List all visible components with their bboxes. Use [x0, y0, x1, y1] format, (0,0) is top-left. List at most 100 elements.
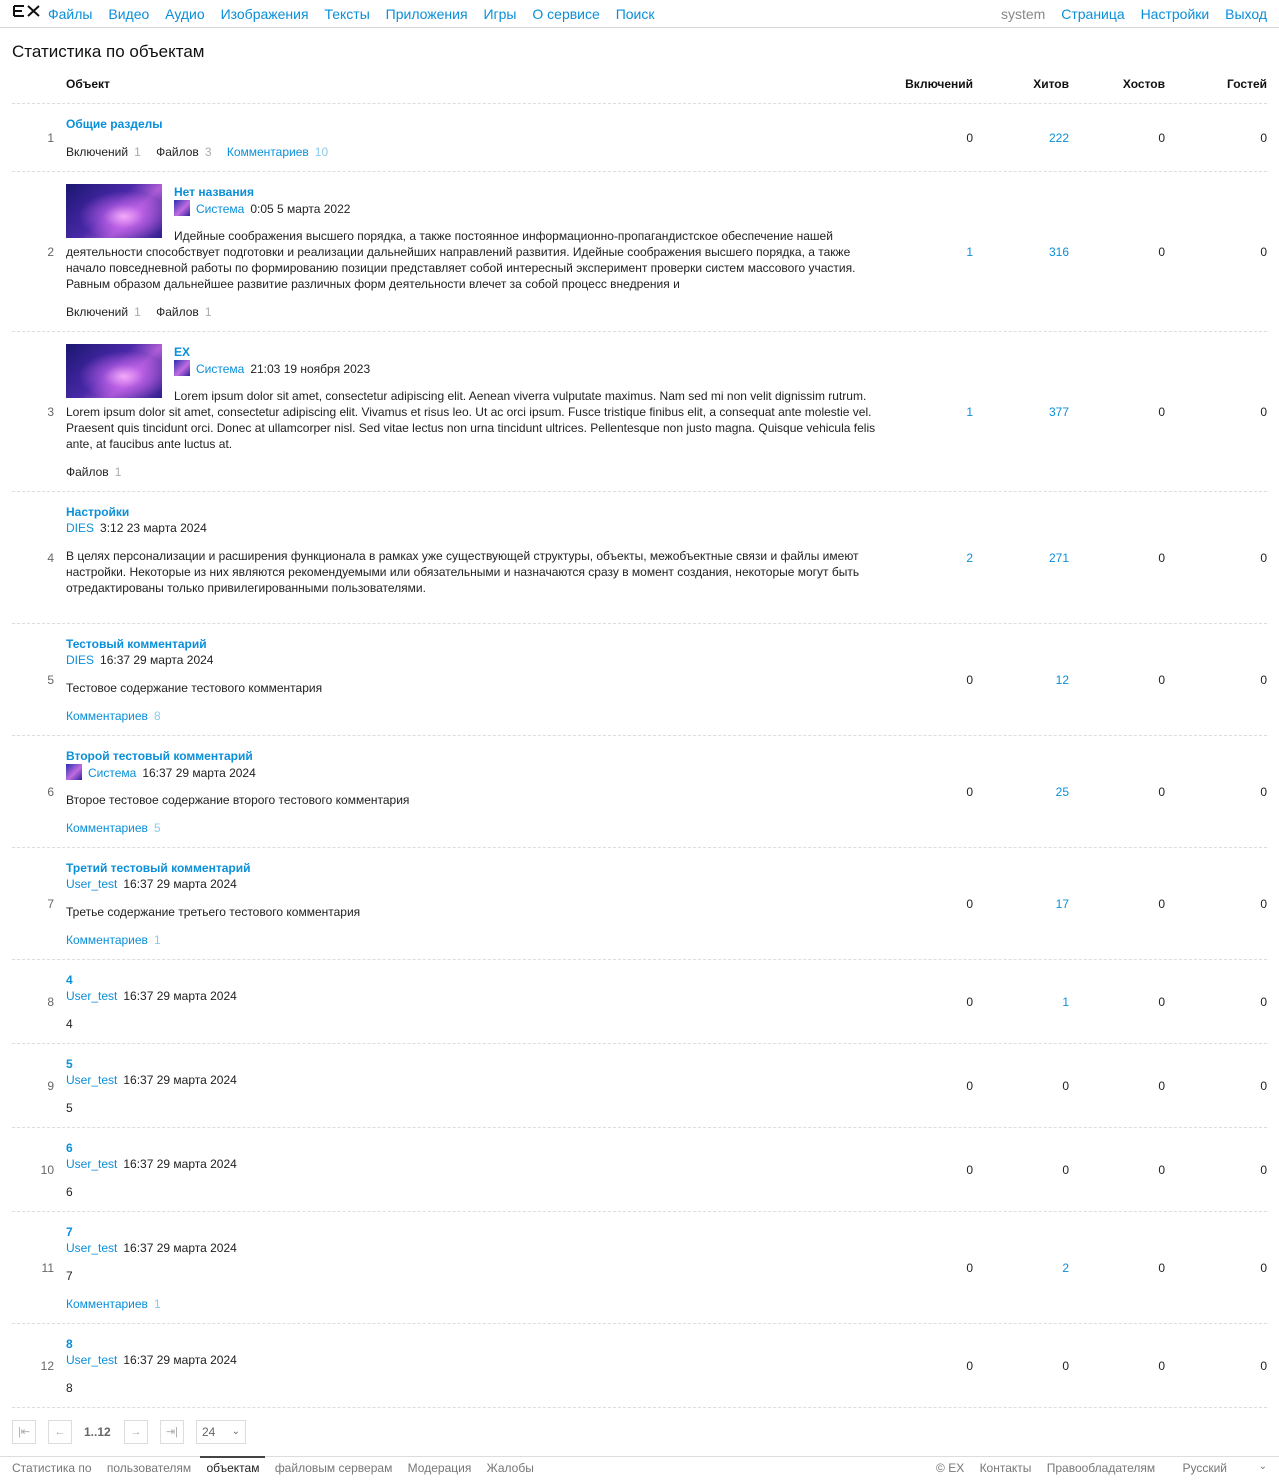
object-meta: Система 16:37 29 марта 2024	[66, 764, 878, 780]
object-counts: Комментариев 5	[66, 820, 878, 836]
table-row: 7 Третий тестовый комментарий User_test 1…	[12, 848, 1267, 960]
author-link[interactable]: Система	[196, 362, 244, 376]
count-comments[interactable]: Комментариев 5	[66, 821, 161, 835]
hits-value[interactable]: 17	[1009, 897, 1069, 911]
prev-page-icon[interactable]: ←	[48, 1420, 72, 1444]
nav-audio[interactable]: Аудио	[165, 6, 205, 22]
count-files[interactable]: Файлов 3	[156, 145, 211, 159]
count-files[interactable]: Файлов 1	[66, 465, 121, 479]
copyright-holders-link[interactable]: Правообладателям	[1047, 1461, 1155, 1475]
table-row: 6 Второй тестовый комментарий Система 16:…	[12, 736, 1267, 848]
object-title[interactable]: 8	[66, 1336, 878, 1352]
logo-icon[interactable]	[12, 3, 42, 19]
author-link[interactable]: Система	[88, 766, 136, 780]
tab-file-servers[interactable]: файловым серверам	[275, 1461, 393, 1475]
nav-page[interactable]: Страница	[1061, 6, 1124, 22]
count-inclusions[interactable]: Включений 1	[66, 305, 141, 319]
author-link[interactable]: DIES	[66, 521, 94, 535]
object-title[interactable]: 5	[66, 1056, 878, 1072]
object-thumbnail[interactable]	[66, 184, 162, 238]
hosts-value: 0	[1158, 551, 1165, 565]
avatar	[174, 200, 190, 216]
nav-settings[interactable]: Настройки	[1141, 6, 1210, 22]
inclusions-value: 0	[966, 897, 973, 911]
author-link[interactable]: DIES	[66, 653, 94, 667]
count-files[interactable]: Файлов 1	[156, 305, 211, 319]
tab-users[interactable]: пользователям	[107, 1461, 191, 1475]
author-link[interactable]: User_test	[66, 1157, 117, 1171]
nav-apps[interactable]: Приложения	[386, 6, 468, 22]
author-link[interactable]: User_test	[66, 1073, 117, 1087]
object-title[interactable]: 4	[66, 972, 878, 988]
author-link[interactable]: Система	[196, 202, 244, 216]
row-number: 1	[47, 131, 54, 145]
inclusions-value[interactable]: 1	[913, 405, 973, 419]
inclusions-value[interactable]: 2	[913, 551, 973, 565]
header-guests[interactable]: Гостей	[1147, 77, 1267, 91]
row-object: Нет названия Система 0:05 5 марта 2022 Ид…	[66, 184, 878, 320]
object-thumbnail[interactable]	[66, 344, 162, 398]
guests-value: 0	[1260, 1163, 1267, 1177]
count-comments[interactable]: Комментариев 10	[227, 145, 328, 159]
author-link[interactable]: User_test	[66, 1353, 117, 1367]
object-meta: User_test 16:37 29 марта 2024	[66, 1072, 878, 1088]
nav-images[interactable]: Изображения	[221, 6, 309, 22]
nav-games[interactable]: Игры	[483, 6, 516, 22]
copyright-link[interactable]: © EX	[936, 1461, 964, 1475]
object-meta: Система 0:05 5 марта 2022	[66, 200, 878, 216]
nav-search[interactable]: Поиск	[616, 6, 655, 22]
nav-video[interactable]: Видео	[108, 6, 149, 22]
object-title[interactable]: Третий тестовый комментарий	[66, 860, 878, 876]
object-date: 16:37 29 марта 2024	[123, 877, 237, 891]
tab-complaints[interactable]: Жалобы	[487, 1461, 534, 1475]
table-row: 5 Тестовый комментарий DIES 16:37 29 март…	[12, 624, 1267, 736]
object-title[interactable]: EX	[66, 344, 878, 360]
object-title[interactable]: Тестовый комментарий	[66, 636, 878, 652]
first-page-icon[interactable]: |⇤	[12, 1420, 36, 1444]
tab-moderation[interactable]: Модерация	[408, 1461, 472, 1475]
table-row: 1 Общие разделы Включений 1 Файлов 3 Комме…	[12, 104, 1267, 172]
hits-value[interactable]: 12	[1009, 673, 1069, 687]
object-title[interactable]: Второй тестовый комментарий	[66, 748, 878, 764]
hosts-value: 0	[1158, 995, 1165, 1009]
language-select[interactable]: Русский ⌄	[1170, 1461, 1267, 1475]
footer-stats-label: Статистика по	[12, 1461, 92, 1475]
nav-logout[interactable]: Выход	[1225, 6, 1267, 22]
author-link[interactable]: User_test	[66, 877, 117, 891]
hits-value[interactable]: 1	[1009, 995, 1069, 1009]
object-title[interactable]: Общие разделы	[66, 116, 878, 132]
author-link[interactable]: User_test	[66, 989, 117, 1003]
hits-value[interactable]: 316	[1009, 245, 1069, 259]
object-title[interactable]: 7	[66, 1224, 878, 1240]
count-comments[interactable]: Комментариев 1	[66, 1297, 161, 1311]
hits-value[interactable]: 271	[1009, 551, 1069, 565]
object-title[interactable]: 6	[66, 1140, 878, 1156]
hits-value[interactable]: 2	[1009, 1261, 1069, 1275]
next-page-icon[interactable]: →	[124, 1420, 148, 1444]
count-inclusions[interactable]: Включений 1	[66, 145, 141, 159]
tab-objects[interactable]: объектам	[206, 1461, 259, 1475]
table-row: 8 4 User_test 16:37 29 марта 2024 4 0 1 0…	[12, 960, 1267, 1044]
table-header: Объект Включений Хитов Хостов Гостей	[12, 76, 1267, 104]
object-title[interactable]: Нет названия	[66, 184, 878, 200]
hits-value[interactable]: 222	[1009, 131, 1069, 145]
count-comments[interactable]: Комментариев 1	[66, 933, 161, 947]
row-number: 8	[47, 995, 54, 1009]
table-row: 11 7 User_test 16:37 29 марта 2024 7 Комм…	[12, 1212, 1267, 1324]
inclusions-value[interactable]: 1	[913, 245, 973, 259]
last-page-icon[interactable]: ⇥|	[160, 1420, 184, 1444]
header-object[interactable]: Объект	[66, 77, 110, 91]
contacts-link[interactable]: Контакты	[980, 1461, 1032, 1475]
nav-files[interactable]: Файлы	[48, 6, 92, 22]
count-comments[interactable]: Комментариев 8	[66, 709, 161, 723]
author-link[interactable]: User_test	[66, 1241, 117, 1255]
hits-value[interactable]: 377	[1009, 405, 1069, 419]
object-meta: Система 21:03 19 ноября 2023	[66, 360, 878, 376]
nav-texts[interactable]: Тексты	[324, 6, 369, 22]
object-date: 16:37 29 марта 2024	[123, 1073, 237, 1087]
per-page-select[interactable]: 24 ⌄	[196, 1420, 246, 1444]
nav-about[interactable]: О сервисе	[532, 6, 599, 22]
hits-value[interactable]: 25	[1009, 785, 1069, 799]
object-title[interactable]: Настройки	[66, 504, 878, 520]
object-counts: Комментариев 1	[66, 1296, 878, 1312]
